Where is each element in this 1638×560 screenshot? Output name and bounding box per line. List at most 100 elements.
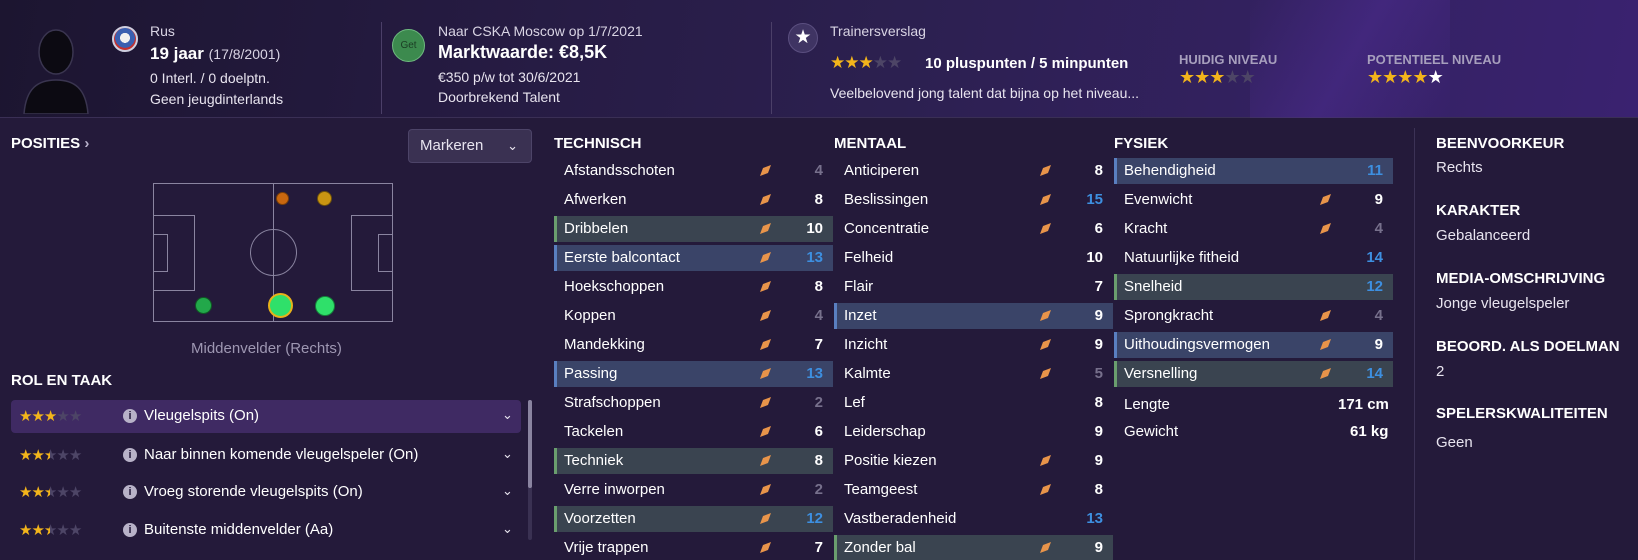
attribute-row[interactable]: Flair 7 xyxy=(834,274,1113,300)
attribute-name: Strafschoppen xyxy=(564,394,661,411)
attribute-row[interactable]: Natuurlijke fitheid 14 xyxy=(1114,245,1393,271)
attribute-row[interactable]: Vastberadenheid 13 xyxy=(834,506,1113,532)
attribute-name: Hoekschoppen xyxy=(564,278,665,295)
attribute-row[interactable]: Inzet 9 xyxy=(834,303,1113,329)
role-suitability-stars: ★★★★★ xyxy=(19,521,82,539)
attribute-row[interactable]: Evenwicht 9 xyxy=(1114,187,1393,213)
attribute-value: 12 xyxy=(1366,278,1383,295)
info-icon[interactable]: i xyxy=(123,523,137,537)
attribute-row[interactable]: Verre inworpen 2 xyxy=(554,477,833,503)
attribute-row[interactable]: Dribbelen 10 xyxy=(554,216,833,242)
attribute-row[interactable]: Eerste balcontact 13 xyxy=(554,245,833,271)
attribute-value: 7 xyxy=(814,336,823,353)
attribute-row[interactable]: Sprongkracht 4 xyxy=(1114,303,1393,329)
star-empty-icon: ★ xyxy=(56,522,69,539)
attribute-trend-arrow-icon xyxy=(1319,367,1332,380)
chevron-down-icon: ⌄ xyxy=(507,138,518,153)
position-dot-poor[interactable] xyxy=(276,192,289,205)
mark-button[interactable]: Markeren ⌄ xyxy=(408,129,532,163)
chevron-down-icon[interactable]: ⌄ xyxy=(502,446,513,462)
highlight-edge xyxy=(554,216,557,242)
attribute-row[interactable]: Inzicht 9 xyxy=(834,332,1113,358)
attribute-value: 12 xyxy=(806,510,823,527)
attribute-row[interactable]: Uithoudingsvermogen 9 xyxy=(1114,332,1393,358)
attribute-row[interactable]: Felheid 10 xyxy=(834,245,1113,271)
attribute-name: Natuurlijke fitheid xyxy=(1124,249,1240,266)
positions-title[interactable]: POSITIES › xyxy=(11,135,89,152)
attribute-value: 14 xyxy=(1366,365,1383,382)
scout-report-title[interactable]: Trainersverslag xyxy=(830,23,926,39)
attribute-row[interactable]: Hoekschoppen 8 xyxy=(554,274,833,300)
attribute-trend-arrow-icon xyxy=(1039,541,1052,554)
star-full-icon: ★ xyxy=(1179,67,1195,87)
preferred-foot-value: Rechts xyxy=(1436,159,1483,176)
attribute-value: 8 xyxy=(814,278,823,295)
role-name: Vleugelspits (On) xyxy=(144,407,260,424)
role-row[interactable]: ★★★★★ i Buitenste middenvelder (Aa) ⌄ xyxy=(11,514,521,547)
loan-info[interactable]: Naar CSKA Moscow op 1/7/2021 xyxy=(438,23,643,39)
attribute-row[interactable]: Lef 8 xyxy=(834,390,1113,416)
potential-ability-label: POTENTIEEL NIVEAU xyxy=(1367,52,1502,67)
attribute-row[interactable]: Versnelling 14 xyxy=(1114,361,1393,387)
attribute-row[interactable]: Kracht 4 xyxy=(1114,216,1393,242)
position-dot-competent[interactable] xyxy=(195,297,212,314)
role-suitability-stars: ★★★★★ xyxy=(19,483,82,501)
attribute-row[interactable]: Mandekking 7 xyxy=(554,332,833,358)
height-label: Lengte xyxy=(1124,396,1170,413)
info-divider xyxy=(1414,128,1415,560)
chevron-down-icon[interactable]: ⌄ xyxy=(502,521,513,537)
star-full-icon: ★ xyxy=(858,53,874,72)
attribute-value: 4 xyxy=(814,307,823,324)
info-icon[interactable]: i xyxy=(123,448,137,462)
attribute-row[interactable]: Positie kiezen 9 xyxy=(834,448,1113,474)
media-description-title: MEDIA-OMSCHRIJVING xyxy=(1436,270,1606,287)
personality: Doorbrekend Talent xyxy=(438,89,560,105)
attribute-row[interactable]: Snelheid 12 xyxy=(1114,274,1393,300)
role-name: Naar binnen komende vleugelspeler (On) xyxy=(144,446,419,463)
attribute-row[interactable]: Kalmte 5 xyxy=(834,361,1113,387)
chevron-down-icon[interactable]: ⌄ xyxy=(502,483,513,499)
star-half-icon: ★ xyxy=(1427,67,1444,87)
attribute-row[interactable]: Vrije trappen 7 xyxy=(554,535,833,560)
highlight-edge xyxy=(1114,332,1117,358)
position-dot-awkward[interactable] xyxy=(317,191,332,206)
star-empty-icon: ★ xyxy=(68,408,82,425)
mental-title: MENTAAL xyxy=(834,135,907,152)
star-half-icon: ★ xyxy=(43,447,57,464)
attribute-row[interactable]: Koppen 4 xyxy=(554,303,833,329)
attribute-row[interactable]: Concentratie 6 xyxy=(834,216,1113,242)
nationality[interactable]: Rus xyxy=(150,23,175,39)
position-dot-natural[interactable] xyxy=(315,296,335,316)
attribute-row[interactable]: Tackelen 6 xyxy=(554,419,833,445)
star-half-icon: ★ xyxy=(43,522,57,539)
roles-scrollbar-thumb[interactable] xyxy=(528,400,532,488)
attribute-row[interactable]: Teamgeest 8 xyxy=(834,477,1113,503)
attribute-row[interactable]: Anticiperen 8 xyxy=(834,158,1113,184)
player-traits-title: SPELERSKWALITEITEN xyxy=(1436,405,1608,422)
info-icon[interactable]: i xyxy=(123,409,137,423)
attribute-row[interactable]: Afwerken 8 xyxy=(554,187,833,213)
attribute-row[interactable]: Leiderschap 9 xyxy=(834,419,1113,445)
attribute-row[interactable]: Strafschoppen 2 xyxy=(554,390,833,416)
highlight-edge xyxy=(554,361,557,387)
attribute-row[interactable]: Zonder bal 9 xyxy=(834,535,1113,560)
attribute-row[interactable]: Behendigheid 11 xyxy=(1114,158,1393,184)
attribute-row[interactable]: Afstandsschoten 4 xyxy=(554,158,833,184)
attribute-name: Zonder bal xyxy=(844,539,916,556)
roles-title: ROL EN TAAK xyxy=(11,372,113,389)
attribute-name: Felheid xyxy=(844,249,894,266)
star-full-icon: ★ xyxy=(31,522,44,539)
position-dot-natural-selected[interactable] xyxy=(268,293,293,318)
attribute-row[interactable]: Passing 13 xyxy=(554,361,833,387)
attribute-row[interactable]: Techniek 8 xyxy=(554,448,833,474)
role-row[interactable]: ★★★★★ i Naar binnen komende vleugelspele… xyxy=(11,439,521,472)
attribute-value: 9 xyxy=(1094,423,1103,440)
star-full-icon: ★ xyxy=(31,408,44,425)
info-icon[interactable]: i xyxy=(123,485,137,499)
chevron-down-icon[interactable]: ⌄ xyxy=(502,407,513,423)
get-badge: Get xyxy=(392,29,425,62)
attribute-row[interactable]: Beslissingen 15 xyxy=(834,187,1113,213)
attribute-row[interactable]: Voorzetten 12 xyxy=(554,506,833,532)
role-row[interactable]: ★★★★★ i Vleugelspits (On) ⌄ xyxy=(11,400,521,433)
role-row[interactable]: ★★★★★ i Vroeg storende vleugelspits (On)… xyxy=(11,476,521,509)
